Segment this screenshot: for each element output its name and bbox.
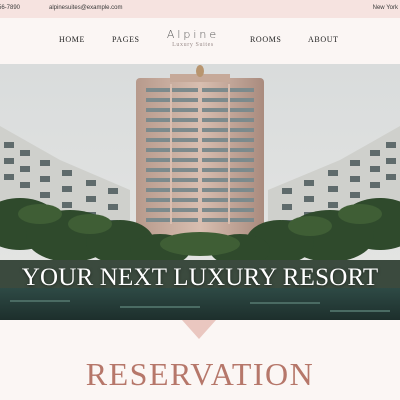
hero-banner: YOUR NEXT LUXURY RESORT <box>0 64 400 320</box>
nav-about[interactable]: ABOUT <box>308 35 339 44</box>
logo-title: Alpine <box>166 28 220 41</box>
location-text: New York <box>372 5 398 11</box>
logo-subtitle: Luxury Suites <box>172 42 214 48</box>
hero-headline: YOUR NEXT LUXURY RESORT <box>21 264 379 291</box>
phone-number[interactable]: 56-7890 <box>0 5 20 11</box>
site-logo[interactable]: Alpine Luxury Suites <box>160 28 226 48</box>
section-marker <box>182 320 216 339</box>
email-link[interactable]: alpinesuites@example.com <box>49 5 122 11</box>
nav-rooms[interactable]: ROOMS <box>250 35 281 44</box>
reservation-heading: RESERVATION <box>85 356 315 392</box>
site-header: HOME PAGES Alpine Luxury Suites ROOMS AB… <box>0 18 400 64</box>
nav-home[interactable]: HOME <box>59 35 85 44</box>
nav-pages[interactable]: PAGES <box>112 35 140 44</box>
top-info-bar: 56-7890 alpinesuites@example.com New Yor… <box>0 0 400 18</box>
